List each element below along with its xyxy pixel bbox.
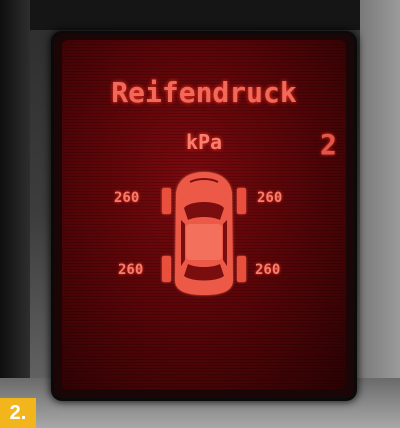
tire-front-right	[237, 188, 246, 214]
bezel-top	[0, 0, 400, 30]
tire-rear-left	[162, 256, 171, 282]
tire-pressure-rear-left: 260	[118, 262, 144, 278]
tire-rear-right	[237, 256, 246, 282]
bezel-left	[0, 0, 30, 428]
car-top-view-icon	[162, 172, 246, 295]
side-indicator: 2	[320, 128, 337, 161]
car-left-window	[181, 220, 185, 266]
tire-pressure-front-right: 260	[257, 190, 283, 206]
car-right-window	[223, 220, 227, 266]
tire-pressure-front-left: 260	[114, 190, 140, 206]
bezel-right	[360, 0, 400, 428]
figure-label: 2.	[0, 398, 36, 428]
pressure-unit: kPa	[185, 130, 223, 154]
tire-front-left	[162, 188, 171, 214]
tire-pressure-rear-right: 260	[255, 262, 281, 278]
display-title: Reifendruck	[111, 76, 297, 109]
car-roof	[186, 224, 222, 260]
